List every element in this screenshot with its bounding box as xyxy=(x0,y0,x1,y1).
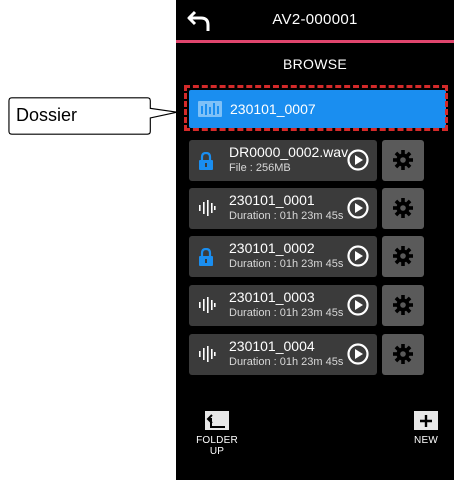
play-icon[interactable] xyxy=(347,343,369,365)
settings-button[interactable] xyxy=(382,285,424,326)
play-icon[interactable] xyxy=(347,149,369,171)
waveform-icon xyxy=(199,200,216,216)
file-item[interactable]: 230101_0001 Duration : 01h 23m 45s xyxy=(189,188,377,229)
settings-button[interactable] xyxy=(382,236,424,277)
callout-label: Dossier xyxy=(16,105,78,125)
file-detail: Duration : 01h 23m 45s xyxy=(229,258,344,270)
file-item[interactable]: 230101_0004 Duration : 01h 23m 45s xyxy=(189,334,377,375)
settings-button[interactable] xyxy=(382,188,424,229)
file-name: 230101_0001 xyxy=(229,192,315,208)
settings-button[interactable] xyxy=(382,140,424,181)
header-bar: AV2-000001 xyxy=(176,0,454,43)
folder-up-icon xyxy=(205,411,229,430)
new-button[interactable]: NEW xyxy=(406,411,446,446)
file-detail: Duration : 01h 23m 45s xyxy=(229,210,344,222)
section-title: BROWSE xyxy=(282,56,348,72)
gear-icon xyxy=(393,344,413,364)
file-name: 230101_0003 xyxy=(229,289,315,305)
file-item[interactable]: 230101_0002 Duration : 01h 23m 45s xyxy=(189,236,377,277)
play-icon[interactable] xyxy=(347,245,369,267)
new-icon xyxy=(414,411,438,430)
gear-icon xyxy=(393,246,413,266)
folder-up-label: FOLDER UP xyxy=(196,435,238,457)
file-detail: File : 256MB xyxy=(229,162,291,174)
waveform-icon xyxy=(199,346,216,362)
gear-icon xyxy=(393,150,413,170)
play-icon[interactable] xyxy=(347,197,369,219)
gear-icon xyxy=(393,198,413,218)
file-name: 230101_0002 xyxy=(229,240,315,256)
file-detail: Duration : 01h 23m 45s xyxy=(229,356,344,368)
device-screen: AV2-000001 BROWSE 230101_0007 DR0000_000… xyxy=(176,0,454,480)
waveform-icon xyxy=(199,297,216,313)
folder-up-button[interactable]: FOLDER UP xyxy=(188,411,246,457)
file-name: DR0000_0002.wav xyxy=(229,144,349,160)
page-title: AV2-000001 xyxy=(272,11,358,28)
new-label: NEW xyxy=(414,435,438,446)
file-name: 230101_0004 xyxy=(229,338,315,354)
lock-icon xyxy=(199,152,213,170)
file-item[interactable]: DR0000_0002.wav File : 256MB xyxy=(189,140,377,181)
file-detail: Duration : 01h 23m 45s xyxy=(229,307,344,319)
gear-icon xyxy=(393,295,413,315)
settings-button[interactable] xyxy=(382,334,424,375)
file-item[interactable]: 230101_0003 Duration : 01h 23m 45s xyxy=(189,285,377,326)
lock-icon xyxy=(199,248,213,266)
highlight-frame xyxy=(184,85,448,131)
play-icon[interactable] xyxy=(347,294,369,316)
